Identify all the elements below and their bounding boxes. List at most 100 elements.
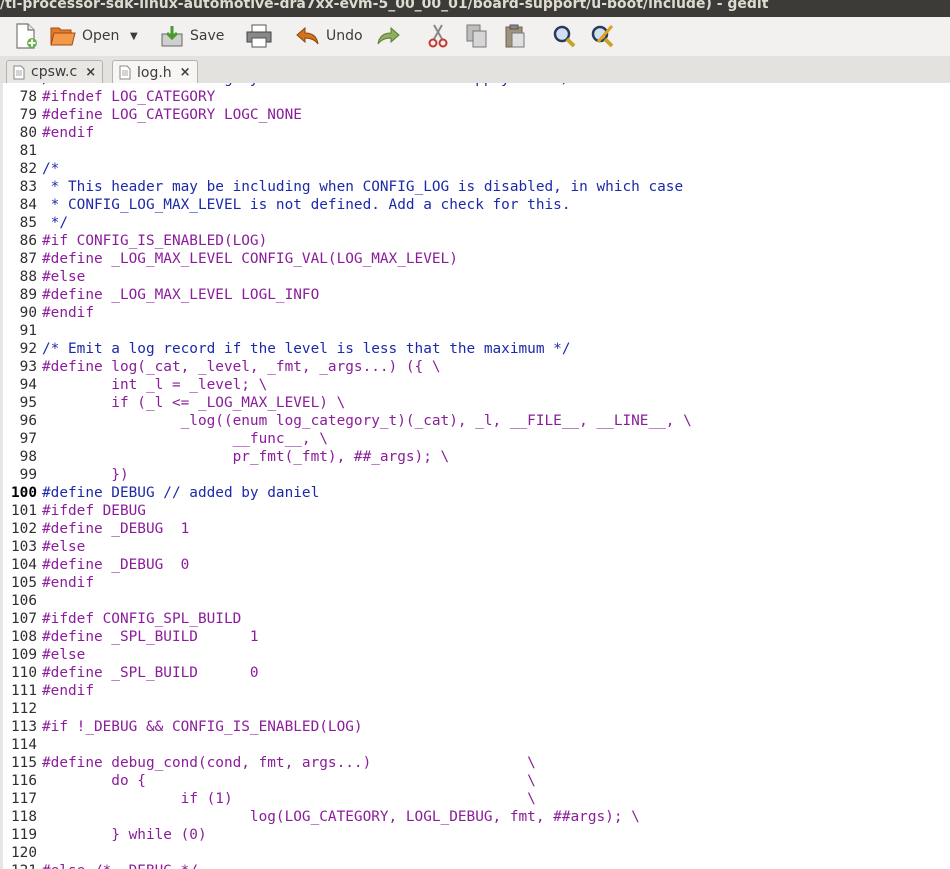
code-line[interactable]: 110 #define _SPL_BUILD 0 — [0, 664, 692, 682]
line-number: 94 — [19, 377, 37, 393]
line-number: 78 — [19, 89, 37, 105]
copy-icon — [466, 24, 487, 48]
code-line[interactable]: 116 do { \ — [0, 772, 692, 790]
code-line[interactable]: 114 — [0, 736, 692, 754]
line-number: 102 — [11, 521, 37, 537]
undo-button[interactable]: Undo — [296, 22, 363, 50]
code-line[interactable]: 98 pr_fmt(_fmt), ##_args); \ — [0, 448, 692, 466]
tab-close-icon[interactable]: × — [85, 65, 96, 80]
line-number: 86 — [19, 233, 37, 249]
code-line[interactable]: 87 #define _LOG_MAX_LEVEL CONFIG_VAL(LOG_… — [0, 250, 692, 268]
line-number: 80 — [19, 125, 37, 141]
line-number: 100 — [11, 485, 37, 501]
code-line[interactable]: 86 #if CONFIG_IS_ENABLED(LOG) — [0, 232, 692, 250]
code-line[interactable]: 89 #define _LOG_MAX_LEVEL LOGL_INFO — [0, 286, 692, 304]
code-line[interactable]: 94 int _l = _level; \ — [0, 376, 692, 394]
line-text: #define _LOG_MAX_LEVEL CONFIG_VAL(LOG_MA… — [42, 251, 458, 267]
code-line[interactable]: 112 — [0, 700, 692, 718]
line-number: 108 — [11, 629, 37, 645]
code-line[interactable]: 119 } while (0) — [0, 826, 692, 844]
line-text: #define _DEBUG 1 — [42, 521, 190, 537]
tab-close-icon[interactable]: × — [180, 65, 191, 80]
code-line[interactable]: 113 #if !_DEBUG && CONFIG_IS_ENABLED(LOG) — [0, 718, 692, 736]
search-magnifier-icon — [553, 25, 576, 48]
document-tabs: cpsw.c × log.h × — [0, 56, 950, 84]
open-recent-dropdown[interactable]: ▼ — [130, 22, 138, 50]
line-text: int _l = _level; \ — [42, 377, 268, 393]
code-line[interactable]: 102 #define _DEBUG 1 — [0, 520, 692, 538]
line-number: 105 — [11, 575, 37, 591]
scissors-icon — [428, 24, 448, 48]
new-document-icon — [16, 23, 37, 49]
text-editor[interactable]: 77/* Use a default category if this file… — [0, 83, 950, 869]
search-button[interactable] — [552, 22, 576, 50]
line-text: #else — [42, 647, 86, 663]
code-line[interactable]: 84 * CONFIG_LOG_MAX_LEVEL is not defined… — [0, 196, 692, 214]
code-line[interactable]: 83 * This header may be including when C… — [0, 178, 692, 196]
code-line[interactable]: 99 }) — [0, 466, 692, 484]
line-number: 121 — [0, 862, 37, 869]
open-folder-icon — [50, 27, 76, 46]
code-line[interactable]: 120 — [0, 844, 692, 862]
line-text: pr_fmt(_fmt), ##_args); \ — [42, 449, 450, 465]
search-replace-button[interactable] — [590, 22, 614, 50]
tab-cpsw-c[interactable]: cpsw.c × — [6, 60, 104, 83]
tab-label: log.h — [137, 64, 172, 81]
new-document-button[interactable] — [14, 22, 38, 50]
line-number: 107 — [11, 611, 37, 627]
code-line[interactable]: 90 #endif — [0, 304, 692, 322]
line-text: /* — [42, 161, 60, 177]
line-text: #if !_DEBUG && CONFIG_IS_ENABLED(LOG) — [42, 719, 363, 735]
print-button[interactable] — [246, 22, 272, 50]
window-titlebar: /ti-processor-sdk-linux-automotive-dra7x… — [0, 0, 950, 17]
code-line[interactable]: 107 #ifdef CONFIG_SPL_BUILD — [0, 610, 692, 628]
line-number: 115 — [11, 755, 37, 771]
line-number: 110 — [11, 665, 37, 681]
open-button[interactable]: Open — [50, 22, 119, 50]
code-line[interactable]: 88 #else — [0, 268, 692, 286]
code-line[interactable]: 111 #endif — [0, 682, 692, 700]
code-line[interactable]: 108 #define _SPL_BUILD 1 — [0, 628, 692, 646]
code-line[interactable]: 106 — [0, 592, 692, 610]
paste-button[interactable] — [504, 22, 526, 50]
line-number: 99 — [19, 467, 37, 483]
code-line[interactable]: 78 #ifndef LOG_CATEGORY — [0, 88, 692, 106]
code-line[interactable]: 109 #else — [0, 646, 692, 664]
code-line[interactable]: 93 #define log(_cat, _level, _fmt, _args.… — [0, 358, 692, 376]
line-text: #else — [42, 539, 86, 555]
cut-button[interactable] — [428, 22, 448, 50]
line-text — [37, 322, 42, 340]
code-line[interactable]: 80 #endif — [0, 124, 692, 142]
code-line[interactable]: 91 — [0, 322, 692, 340]
line-text — [37, 142, 42, 160]
save-button[interactable]: Save — [160, 22, 224, 50]
code-line[interactable]: 121#else /* _DEBUG */ — [0, 862, 692, 869]
code-line[interactable]: 115 #define debug_cond(cond, fmt, args...… — [0, 754, 692, 772]
code-line[interactable]: 117 if (1) \ — [0, 790, 692, 808]
code-line[interactable]: 104 #define _DEBUG 0 — [0, 556, 692, 574]
code-line[interactable]: 82 /* — [0, 160, 692, 178]
tab-log-h[interactable]: log.h × — [112, 60, 198, 84]
code-line[interactable]: 92 /* Emit a log record if the level is l… — [0, 340, 692, 358]
code-line[interactable]: 96 _log((enum log_category_t)(_cat), _l,… — [0, 412, 692, 430]
line-text: #define DEBUG // added by daniel — [42, 485, 320, 501]
code-line[interactable]: 79 #define LOG_CATEGORY LOGC_NONE — [0, 106, 692, 124]
line-text: #ifdef DEBUG — [42, 503, 146, 519]
redo-button[interactable] — [376, 22, 400, 50]
copy-button[interactable] — [466, 22, 488, 50]
code-line[interactable]: 85 */ — [0, 214, 692, 232]
code-line[interactable]: 95 if (_l <= _LOG_MAX_LEVEL) \ — [0, 394, 692, 412]
code-line[interactable]: 100 #define DEBUG // added by daniel — [0, 484, 692, 502]
code-line[interactable]: 105 #endif — [0, 574, 692, 592]
line-text: #endif — [42, 125, 94, 141]
line-number: 89 — [19, 287, 37, 303]
code-line[interactable]: 103 #else — [0, 538, 692, 556]
line-number: 88 — [19, 269, 37, 285]
line-text: __func__, \ — [42, 431, 328, 447]
code-line[interactable]: 118 log(LOG_CATEGORY, LOGL_DEBUG, fmt, #… — [0, 808, 692, 826]
line-number: 120 — [11, 845, 37, 861]
code-line[interactable]: 97 __func__, \ — [0, 430, 692, 448]
code-line[interactable]: 81 — [0, 142, 692, 160]
line-number: 109 — [11, 647, 37, 663]
code-line[interactable]: 101 #ifdef DEBUG — [0, 502, 692, 520]
